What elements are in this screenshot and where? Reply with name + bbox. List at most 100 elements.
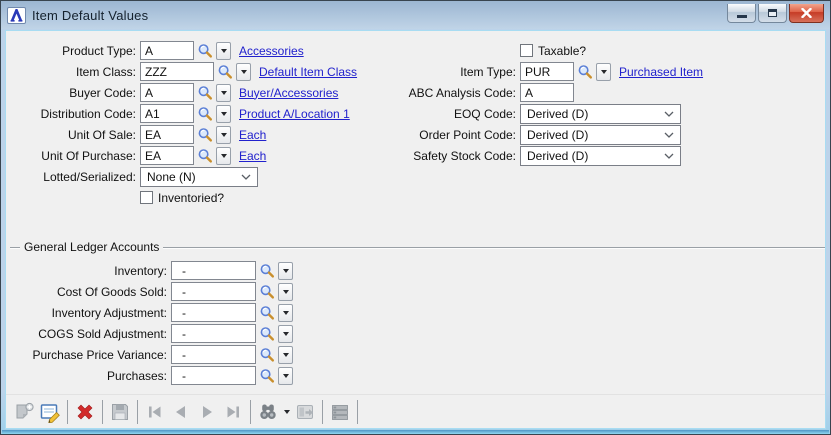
- purchase-price-variance-finder-button[interactable]: [258, 345, 276, 364]
- restore-button[interactable]: [758, 3, 787, 23]
- inventory-adjustment-input[interactable]: [171, 303, 256, 322]
- distribution-code-finder-button[interactable]: [196, 104, 214, 123]
- inventoried-label: Inventoried?: [158, 190, 225, 205]
- previous-record-button[interactable]: [168, 399, 194, 425]
- save-record-button[interactable]: [107, 399, 133, 425]
- magnifier-icon: [198, 148, 213, 163]
- close-icon: [801, 7, 812, 18]
- finder-list-icon: [332, 404, 348, 420]
- distribution-code-input[interactable]: [140, 104, 194, 123]
- dropdown-arrow-icon: [220, 111, 227, 116]
- purchases-finder-button[interactable]: [258, 366, 276, 385]
- app-logo-a-glyph: [10, 8, 23, 22]
- field-row-purchases-account: Purchases:: [6, 365, 825, 386]
- cogs-sold-adjustment-dropdown-button[interactable]: [278, 324, 293, 343]
- inventory-account-dropdown-button[interactable]: [278, 261, 293, 280]
- taxable-checkbox[interactable]: [520, 44, 533, 57]
- item-class-link[interactable]: Default Item Class: [259, 65, 357, 79]
- cogs-sold-adjustment-finder-button[interactable]: [258, 324, 276, 343]
- general-ledger-accounts-rows: Inventory: Cost Of Goods Sold:: [6, 260, 825, 386]
- inventory-adjustment-dropdown-button[interactable]: [278, 303, 293, 322]
- unit-of-sale-label: Unit Of Sale:: [67, 127, 136, 142]
- field-row-eoq-code: EOQ Code: Derived (D): [351, 103, 703, 124]
- buyer-code-link[interactable]: Buyer/Accessories: [239, 86, 338, 100]
- field-row-inventory-adjustment-account: Inventory Adjustment:: [6, 302, 825, 323]
- product-type-finder-button[interactable]: [196, 41, 214, 60]
- dropdown-arrow-icon: [284, 409, 290, 414]
- unit-of-purchase-finder-button[interactable]: [196, 146, 214, 165]
- edit-record-button[interactable]: [37, 399, 63, 425]
- finder-list-button[interactable]: [327, 399, 353, 425]
- inventory-account-input[interactable]: [171, 261, 256, 280]
- distribution-code-link[interactable]: Product A/Location 1: [239, 107, 350, 121]
- product-type-dropdown-button[interactable]: [216, 41, 231, 60]
- item-class-dropdown-button[interactable]: [236, 62, 251, 81]
- buyer-code-dropdown-button[interactable]: [216, 83, 231, 102]
- lotted-serialized-select[interactable]: None (N): [140, 166, 258, 187]
- cogs-sold-adjustment-input[interactable]: [171, 324, 256, 343]
- abc-analysis-code-input[interactable]: [520, 83, 574, 102]
- unit-of-sale-input[interactable]: [140, 125, 194, 144]
- buyer-code-finder-button[interactable]: [196, 83, 214, 102]
- safety-stock-code-select[interactable]: Derived (D): [520, 145, 681, 166]
- item-default-values-window: Item Default Values Product Type: Access…: [0, 0, 831, 435]
- item-class-finder-button[interactable]: [216, 62, 234, 81]
- magnifier-icon: [260, 326, 275, 341]
- cost-of-goods-sold-input[interactable]: [171, 282, 256, 301]
- eoq-code-label: EOQ Code:: [453, 106, 516, 121]
- title-bar[interactable]: Item Default Values: [1, 1, 830, 29]
- drilldown-button[interactable]: [292, 399, 318, 425]
- unit-of-sale-finder-button[interactable]: [196, 125, 214, 144]
- minimize-button[interactable]: [727, 3, 756, 23]
- purchases-label: Purchases:: [106, 368, 167, 383]
- item-class-input[interactable]: [140, 62, 214, 81]
- unit-of-sale-link[interactable]: Each: [239, 128, 266, 142]
- drilldown-icon: [297, 404, 313, 419]
- field-row-order-point-code: Order Point Code: Derived (D): [351, 124, 703, 145]
- inventoried-checkbox[interactable]: [140, 191, 153, 204]
- order-point-code-select[interactable]: Derived (D): [520, 124, 681, 145]
- field-row-safety-stock-code: Safety Stock Code: Derived (D): [351, 145, 703, 166]
- next-record-button[interactable]: [194, 399, 220, 425]
- first-record-button[interactable]: [142, 399, 168, 425]
- cost-of-goods-sold-dropdown-button[interactable]: [278, 282, 293, 301]
- item-type-link[interactable]: Purchased Item: [619, 65, 703, 79]
- buyer-code-input[interactable]: [140, 83, 194, 102]
- cost-of-goods-sold-finder-button[interactable]: [258, 282, 276, 301]
- find-button[interactable]: [255, 399, 281, 425]
- item-type-finder-button[interactable]: [576, 62, 594, 81]
- purchase-price-variance-dropdown-button[interactable]: [278, 345, 293, 364]
- purchases-input[interactable]: [171, 366, 256, 385]
- inventory-adjustment-finder-button[interactable]: [258, 303, 276, 322]
- field-row-purchase-price-variance-account: Purchase Price Variance:: [6, 344, 825, 365]
- magnifier-icon: [260, 284, 275, 299]
- restore-icon: [768, 8, 777, 17]
- toolbar-separator: [102, 399, 103, 424]
- dropdown-arrow-icon: [282, 352, 289, 357]
- find-dropdown-button[interactable]: [282, 399, 292, 425]
- purchases-dropdown-button[interactable]: [278, 366, 293, 385]
- next-record-icon: [203, 405, 212, 418]
- lotted-serialized-value: None (N): [147, 169, 196, 184]
- close-button[interactable]: [789, 3, 824, 23]
- unit-of-purchase-link[interactable]: Each: [239, 149, 266, 163]
- item-type-input[interactable]: [520, 62, 574, 81]
- unit-of-sale-dropdown-button[interactable]: [216, 125, 231, 144]
- item-type-dropdown-button[interactable]: [596, 62, 611, 81]
- new-record-button[interactable]: [11, 399, 37, 425]
- product-type-input[interactable]: [140, 41, 194, 60]
- product-type-link[interactable]: Accessories: [239, 44, 304, 58]
- distribution-code-dropdown-button[interactable]: [216, 104, 231, 123]
- inventory-account-finder-button[interactable]: [258, 261, 276, 280]
- first-record-icon: [149, 406, 161, 417]
- magnifier-icon: [260, 263, 275, 278]
- unit-of-purchase-input[interactable]: [140, 146, 194, 165]
- eoq-code-select[interactable]: Derived (D): [520, 103, 681, 124]
- delete-record-button[interactable]: [72, 399, 98, 425]
- last-record-button[interactable]: [220, 399, 246, 425]
- field-row-inventory-account: Inventory:: [6, 260, 825, 281]
- field-row-buyer-code: Buyer Code: Buyer/Accessories: [6, 82, 357, 103]
- purchase-price-variance-input[interactable]: [171, 345, 256, 364]
- field-row-abc-analysis-code: ABC Analysis Code:: [351, 82, 703, 103]
- unit-of-purchase-dropdown-button[interactable]: [216, 146, 231, 165]
